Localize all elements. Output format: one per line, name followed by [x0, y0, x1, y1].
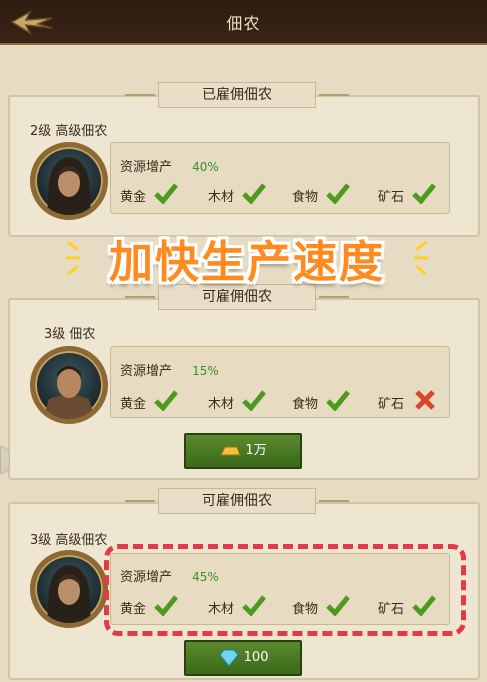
- resource-ore-label: 矿石: [378, 397, 405, 412]
- section-header-hired: 已雇佣佃农: [125, 82, 349, 108]
- farmer-portrait-avatar: [30, 346, 108, 424]
- resource-wood-label: 木材: [208, 190, 235, 205]
- check-icon: [154, 183, 178, 204]
- title-bar: 佃农: [0, 0, 487, 45]
- resource-ore-label: 矿石: [378, 190, 405, 205]
- check-icon: [154, 390, 178, 411]
- resource-food-label: 食物: [292, 190, 319, 205]
- gold-bar-icon: [220, 446, 242, 455]
- hire-diamond-button[interactable]: 100: [184, 640, 302, 676]
- farmer-level-label: 3级 高级佃农: [30, 533, 108, 548]
- hire-gold-button[interactable]: 1万: [184, 433, 302, 469]
- resource-food-label: 食物: [292, 397, 319, 412]
- resource-increase-label: 资源增产: [120, 160, 173, 175]
- section-header-hirable: 可雇佣佃农: [125, 488, 349, 514]
- hire-gold-price: 1万: [245, 443, 267, 458]
- farmer-level-label: 2级 高级佃农: [30, 124, 108, 139]
- speed-up-banner: 加快生产速度: [109, 237, 385, 288]
- highlight-dashed-frame: [104, 544, 466, 636]
- farmer-level-label: 3级 佃农: [44, 327, 96, 342]
- check-icon: [412, 183, 436, 204]
- resource-increase-label: 资源增产: [120, 364, 173, 379]
- resource-gold-label: 黄金: [120, 190, 147, 205]
- resource-increase-value: 15%: [192, 364, 219, 378]
- check-icon: [326, 390, 350, 411]
- cross-icon: [415, 390, 435, 410]
- check-icon: [326, 183, 350, 204]
- resource-gold-label: 黄金: [120, 397, 147, 412]
- farmer-portrait-avatar: [30, 550, 108, 628]
- hire-diamond-price: 100: [243, 650, 269, 665]
- resource-wood-label: 木材: [208, 397, 235, 412]
- farmer-portrait-avatar: [30, 142, 108, 220]
- check-icon: [242, 183, 266, 204]
- diamond-icon: [218, 649, 239, 667]
- resource-increase-value: 40%: [192, 160, 219, 174]
- page-title: 佃农: [226, 14, 261, 33]
- check-icon: [242, 390, 266, 411]
